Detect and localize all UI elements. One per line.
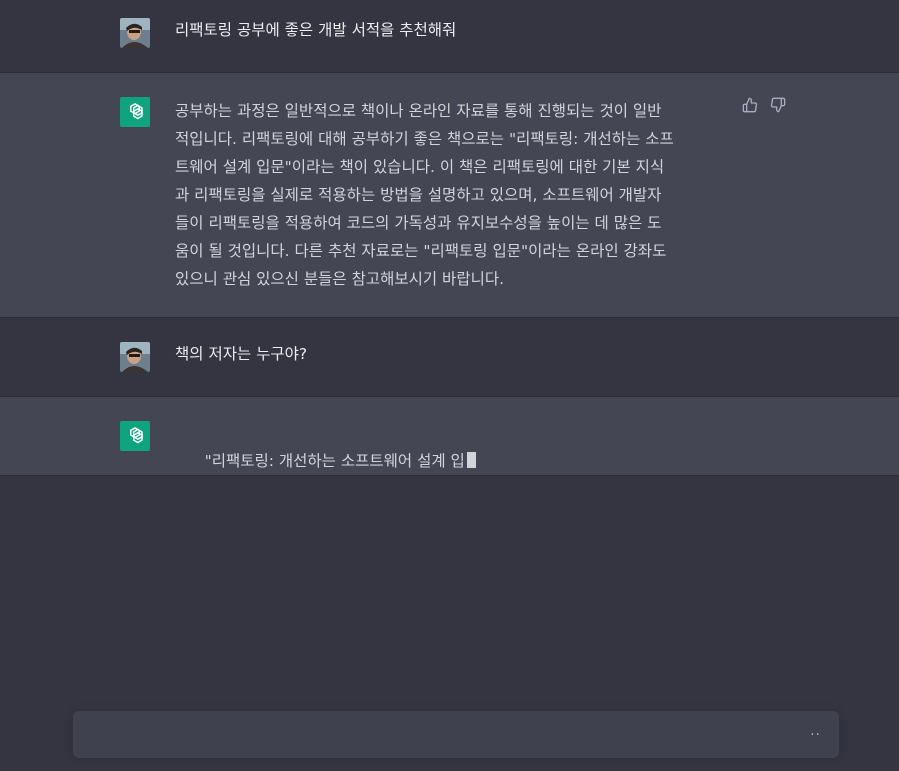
assistant-message-text: 공부하는 과정은 일반적으로 책이나 온라인 자료를 통해 진행되는 것이 일반… bbox=[175, 102, 674, 288]
thumbs-down-button[interactable] bbox=[770, 97, 786, 113]
feedback-buttons bbox=[742, 97, 786, 113]
thumbs-up-icon bbox=[742, 97, 758, 113]
assistant-avatar bbox=[120, 421, 150, 451]
user-avatar bbox=[120, 342, 150, 372]
assistant-avatar bbox=[120, 97, 150, 127]
user-avatar bbox=[120, 18, 150, 48]
user-message-text: 책의 저자는 누구야? bbox=[175, 345, 308, 363]
user-message: 책의 저자는 누구야? bbox=[0, 318, 899, 397]
message-composer: ·· bbox=[73, 711, 839, 758]
assistant-streaming-text-container: "리팩토링: 개선하는 소프트웨어 설계 입 bbox=[175, 419, 725, 503]
conversation-thread: 리팩토링 공부에 좋은 개발 서적을 추천해줘 공부하는 과정은 일반적으로 책… bbox=[0, 0, 899, 476]
loading-indicator: ·· bbox=[810, 727, 821, 743]
openai-logo-icon bbox=[130, 103, 143, 120]
message-input[interactable] bbox=[87, 723, 791, 751]
user-message-text: 리팩토링 공부에 좋은 개발 서적을 추천해줘 bbox=[175, 21, 457, 39]
assistant-message-text: "리팩토링: 개선하는 소프트웨어 설계 입 bbox=[204, 452, 465, 470]
thumbs-down-icon bbox=[770, 97, 786, 113]
typing-cursor bbox=[466, 452, 476, 468]
user-photo-avatar bbox=[120, 342, 150, 372]
assistant-message: "리팩토링: 개선하는 소프트웨어 설계 입 bbox=[0, 397, 899, 476]
thumbs-up-button[interactable] bbox=[742, 97, 758, 113]
openai-logo-icon bbox=[130, 427, 143, 444]
user-message: 리팩토링 공부에 좋은 개발 서적을 추천해줘 bbox=[0, 0, 899, 73]
assistant-message: 공부하는 과정은 일반적으로 책이나 온라인 자료를 통해 진행되는 것이 일반… bbox=[0, 73, 899, 318]
user-photo-avatar bbox=[120, 18, 150, 48]
